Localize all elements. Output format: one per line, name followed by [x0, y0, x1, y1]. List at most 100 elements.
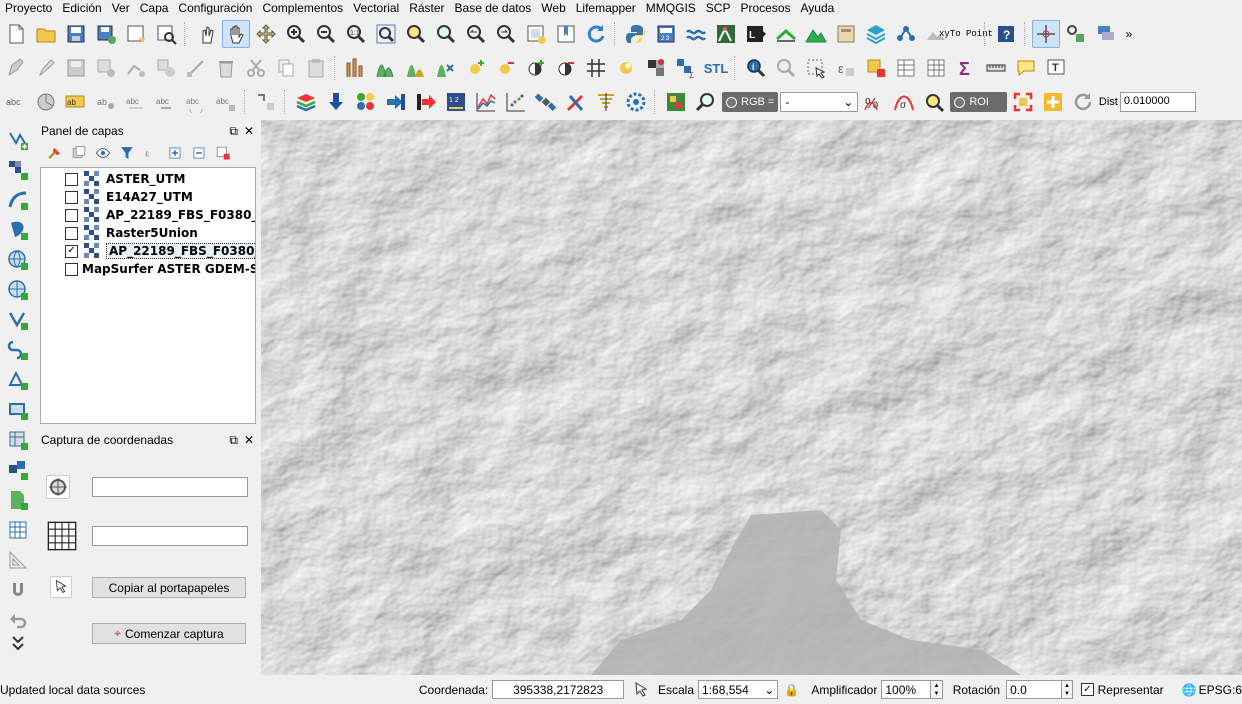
crs-icon[interactable] — [46, 475, 70, 499]
new-map-view-icon[interactable] — [522, 20, 550, 48]
attribute-table-icon[interactable] — [892, 54, 920, 82]
zoom-to-layer-icon[interactable] — [432, 20, 460, 48]
refresh-icon[interactable] — [582, 20, 610, 48]
menu-lifemapper[interactable]: Lifemapper — [571, 1, 641, 15]
export-arrow-icon[interactable] — [412, 88, 440, 116]
sun-plus-icon[interactable] — [462, 54, 490, 82]
new-geopackage-icon[interactable] — [2, 486, 34, 514]
scale-combobox[interactable]: 1:68,554 ⌄ — [698, 680, 779, 699]
select-features-icon[interactable] — [802, 54, 830, 82]
sun-minus-icon[interactable] — [492, 54, 520, 82]
histogram-green-icon[interactable] — [372, 54, 400, 82]
visibility-icon[interactable] — [92, 142, 114, 164]
help-icon[interactable]: ? — [992, 20, 1020, 48]
mmqgis-icon[interactable] — [772, 20, 800, 48]
menu-configuracion[interactable]: Configuración — [173, 1, 257, 15]
download-icon[interactable] — [322, 88, 350, 116]
zoom-next-icon[interactable] — [492, 20, 520, 48]
map-canvas[interactable] — [261, 120, 1242, 675]
measure-line-icon[interactable] — [2, 546, 34, 574]
add-postgis-icon[interactable] — [2, 216, 34, 244]
magnifier-field[interactable]: 100% — [881, 680, 932, 699]
layer-stack-icon[interactable] — [1092, 20, 1120, 48]
deselect-icon[interactable] — [862, 54, 890, 82]
add-vector-layer-icon[interactable] — [2, 126, 34, 154]
xytopoint-button[interactable]: xyTo Point — [939, 20, 993, 48]
chevron-double-down-icon[interactable] — [2, 636, 34, 652]
new-shapefile-icon[interactable] — [2, 516, 34, 544]
map-tools-icon[interactable] — [712, 20, 740, 48]
render-checkbox[interactable]: ✓ — [1081, 683, 1094, 696]
field-calculator-icon[interactable] — [922, 54, 950, 82]
coord-field-1[interactable] — [92, 477, 248, 497]
bookmarks-icon[interactable] — [552, 20, 580, 48]
text-annotation-icon[interactable]: T — [1042, 54, 1070, 82]
touch-zoom-pan-icon[interactable] — [192, 20, 220, 48]
layer-visibility-checkbox[interactable] — [65, 208, 78, 222]
coord-field-2[interactable] — [92, 526, 248, 546]
crs-globe-icon[interactable]: 🌐 — [1182, 683, 1197, 697]
zoom-in-icon[interactable] — [282, 20, 310, 48]
add-mssql-icon[interactable] — [2, 366, 34, 394]
menu-edicion[interactable]: Edición — [57, 1, 106, 15]
paste-features-icon[interactable] — [302, 54, 330, 82]
scatter-plot-icon[interactable] — [502, 88, 530, 116]
waves-icon[interactable] — [682, 20, 710, 48]
layer-visibility-checkbox[interactable] — [65, 226, 78, 240]
copy-features-icon[interactable] — [272, 54, 300, 82]
std-dev-icon[interactable]: σ — [890, 88, 918, 116]
menu-mmqgis[interactable]: MMQGIS — [641, 1, 701, 15]
track-mouse-icon[interactable] — [50, 576, 72, 598]
menu-capa[interactable]: Capa — [135, 1, 174, 15]
zoom-full-icon[interactable] — [372, 20, 400, 48]
percent-stretch-icon[interactable]: % — [860, 88, 888, 116]
stl-button[interactable]: STL — [702, 54, 730, 82]
label-move-icon[interactable]: abc — [152, 88, 180, 116]
stretch-histogram-icon[interactable] — [402, 54, 430, 82]
copy-to-clipboard-button[interactable]: Copiar al portapapeles — [92, 577, 246, 598]
import-arrow-icon[interactable] — [382, 88, 410, 116]
snapping-icon[interactable] — [252, 88, 280, 116]
calculator-icon[interactable]: 2 3 — [652, 20, 680, 48]
highlight-icon[interactable] — [612, 54, 640, 82]
network-icon[interactable] — [892, 20, 920, 48]
layer-item[interactable]: Raster5Union — [41, 224, 255, 242]
add-delimited-text-icon[interactable] — [2, 186, 34, 214]
roi-brackets-icon[interactable] — [1009, 88, 1037, 116]
python-console-icon[interactable] — [622, 20, 650, 48]
menu-base-de-datos[interactable]: Base de datos — [450, 1, 537, 15]
save-project-icon[interactable] — [62, 20, 90, 48]
more-toolbar-button[interactable]: » — [1122, 20, 1136, 48]
collapse-all-icon[interactable] — [188, 142, 210, 164]
undo-icon[interactable] — [2, 606, 34, 634]
layer-item-selected[interactable]: ✓ AP_22189_FBS_F0380_... — [41, 242, 255, 260]
menu-procesos[interactable]: Procesos — [735, 1, 795, 15]
move-feature-icon[interactable] — [152, 54, 180, 82]
menu-ayuda[interactable]: Ayuda — [796, 1, 840, 15]
expand-all-icon[interactable] — [164, 142, 186, 164]
layer-item[interactable]: AP_22189_FBS_F0380_... — [41, 206, 255, 224]
add-raster-layer-icon[interactable] — [2, 156, 34, 184]
node-tool-icon[interactable] — [182, 54, 210, 82]
layer-visibility-checkbox-checked[interactable]: ✓ — [65, 244, 78, 258]
scp-dock-icon[interactable] — [662, 88, 690, 116]
database-icon[interactable] — [832, 20, 860, 48]
close-icon[interactable]: ✕ — [244, 124, 254, 139]
rgb-select[interactable]: - ⌄ — [780, 92, 859, 112]
dist-input[interactable]: 0.010000 — [1119, 92, 1196, 112]
stretch-cumulative-icon[interactable] — [432, 54, 460, 82]
layout-manager-icon[interactable] — [152, 20, 180, 48]
layer-visibility-checkbox[interactable] — [65, 262, 78, 276]
raster-calc-icon[interactable] — [642, 54, 670, 82]
label-rotate-icon[interactable]: abc — [182, 88, 210, 116]
add-db2-icon[interactable] — [2, 456, 34, 484]
layer-visibility-checkbox[interactable] — [65, 190, 78, 204]
redo-roi-icon[interactable] — [1069, 88, 1097, 116]
grid-crs-icon[interactable] — [46, 520, 78, 552]
terrain-icon[interactable] — [802, 20, 830, 48]
roi-radio[interactable] — [954, 96, 966, 108]
plugin-tool-icon[interactable] — [1062, 20, 1090, 48]
grid-icon[interactable] — [582, 54, 610, 82]
contrast-plus-icon[interactable] — [522, 54, 550, 82]
add-feature-icon[interactable] — [92, 54, 120, 82]
